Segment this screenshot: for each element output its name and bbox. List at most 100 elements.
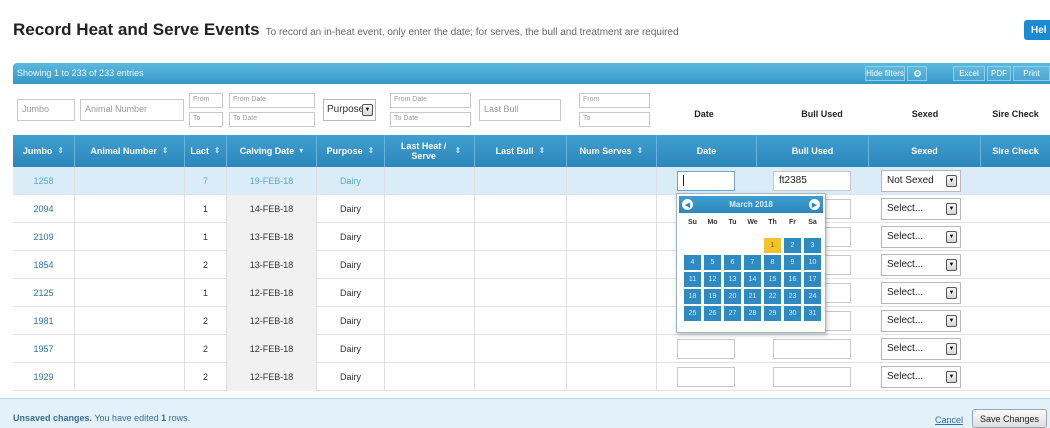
sexed-select-value: Select... — [887, 315, 924, 326]
calendar-day[interactable]: 22 — [764, 289, 781, 304]
calendar-day[interactable]: 3 — [804, 238, 821, 253]
calendar-day[interactable]: 30 — [784, 306, 801, 321]
calendar-day[interactable]: 2 — [784, 238, 801, 253]
column-header-calving-date[interactable]: Calving Date ▾ — [227, 135, 317, 167]
sexed-select[interactable]: Select... ▼ — [881, 310, 961, 332]
jumbo-cell[interactable]: 2109 — [13, 223, 75, 251]
purpose-filter-select[interactable]: Purpose ▼ — [323, 99, 376, 121]
last-heat-serve-cell — [385, 307, 475, 335]
calendar-day[interactable]: 19 — [704, 289, 721, 304]
last-heat-serve-cell — [385, 363, 475, 391]
save-changes-button[interactable]: Save Changes — [972, 409, 1047, 428]
table-row[interactable]: 2094 1 14-FEB-18 Dairy Select... ▼ — [13, 195, 1050, 223]
calendar-day[interactable]: 29 — [764, 306, 781, 321]
last-bull-filter-input[interactable]: Last Bull — [479, 99, 561, 121]
calendar-day[interactable]: 23 — [784, 289, 801, 304]
calendar-day[interactable]: 27 — [724, 306, 741, 321]
lact-cell: 7 — [185, 167, 227, 195]
bull-used-input[interactable] — [773, 367, 851, 387]
calendar-day[interactable]: 5 — [704, 255, 721, 270]
lact-from-input[interactable]: From — [189, 93, 223, 108]
sexed-select[interactable]: Select... ▼ — [881, 198, 961, 220]
animal-number-filter-input[interactable]: Animal Number — [80, 99, 184, 121]
calendar-day[interactable]: 18 — [684, 289, 701, 304]
sexed-select[interactable]: Select... ▼ — [881, 338, 961, 360]
calendar-day[interactable]: 12 — [704, 272, 721, 287]
bull-used-input[interactable]: ft2385 — [773, 171, 851, 191]
table-row[interactable]: 2109 1 13-FEB-18 Dairy Select... ▼ — [13, 223, 1050, 251]
calendar-day[interactable]: 4 — [684, 255, 701, 270]
calendar-day[interactable]: 31 — [804, 306, 821, 321]
sexed-select[interactable]: Select... ▼ — [881, 226, 961, 248]
sort-icon: ⇕ — [213, 146, 221, 155]
hide-filters-button[interactable]: Hide filters — [865, 66, 905, 81]
table-row[interactable]: 1854 2 13-FEB-18 Dairy Select... ▼ — [13, 251, 1050, 279]
calendar-day[interactable]: 10 — [804, 255, 821, 270]
pdf-button[interactable]: PDF — [987, 66, 1011, 81]
jumbo-filter-input[interactable]: Jumbo — [17, 99, 75, 121]
cancel-link[interactable]: Cancel — [935, 415, 963, 425]
last-bull-cell — [475, 279, 567, 307]
sexed-select[interactable]: Not Sexed ▼ — [881, 170, 961, 192]
calendar-day[interactable]: 11 — [684, 272, 701, 287]
date-input[interactable] — [677, 171, 735, 191]
date-input[interactable] — [677, 339, 735, 359]
calendar-day[interactable]: 20 — [724, 289, 741, 304]
column-header-animal-number[interactable]: Animal Number ⇕ — [75, 135, 185, 167]
print-button[interactable]: Print — [1013, 66, 1050, 81]
sexed-select[interactable]: Select... ▼ — [881, 366, 961, 388]
bull-used-input[interactable] — [773, 339, 851, 359]
calendar-day[interactable]: 7 — [744, 255, 761, 270]
sexed-select[interactable]: Select... ▼ — [881, 282, 961, 304]
sexed-select[interactable]: Select... ▼ — [881, 254, 961, 276]
jumbo-cell[interactable]: 2125 — [13, 279, 75, 307]
calendar-day[interactable]: 13 — [724, 272, 741, 287]
jumbo-cell[interactable]: 1258 — [13, 167, 75, 195]
calendar-day[interactable]: 9 — [784, 255, 801, 270]
num-serves-to-input[interactable]: To — [579, 112, 650, 127]
jumbo-cell[interactable]: 1854 — [13, 251, 75, 279]
calendar-day[interactable]: 6 — [724, 255, 741, 270]
num-serves-from-input[interactable]: From — [579, 93, 650, 108]
calendar-day[interactable]: 28 — [744, 306, 761, 321]
calendar-day[interactable]: 21 — [744, 289, 761, 304]
calendar-day[interactable]: 26 — [704, 306, 721, 321]
gear-icon[interactable] — [907, 66, 927, 81]
help-button[interactable]: Hel — [1024, 20, 1050, 40]
column-header-lact[interactable]: Lact ⇕ — [185, 135, 227, 167]
jumbo-cell[interactable]: 1929 — [13, 363, 75, 391]
chevron-right-icon[interactable]: ▶ — [809, 199, 820, 210]
calendar-day[interactable]: 8 — [764, 255, 781, 270]
column-header-last-heat-serve[interactable]: Last Heat / Serve ⇕ — [385, 135, 475, 167]
date-input[interactable] — [677, 367, 735, 387]
calendar-day[interactable]: 25 — [684, 306, 701, 321]
calving-to-input[interactable]: To Date — [229, 112, 315, 127]
calendar-day[interactable]: 15 — [764, 272, 781, 287]
calendar-day[interactable]: 17 — [804, 272, 821, 287]
table-row[interactable]: 1957 2 12-FEB-18 Dairy Select... ▼ — [13, 335, 1050, 363]
table-row[interactable]: 1981 2 12-FEB-18 Dairy Select... ▼ — [13, 307, 1050, 335]
jumbo-cell[interactable]: 2094 — [13, 195, 75, 223]
weekday-label: Mo — [707, 219, 718, 226]
table-row[interactable]: 1258 7 19-FEB-18 Dairy ft2385 Not Sexed … — [13, 167, 1050, 195]
column-header-purpose[interactable]: Purpose ⇕ — [317, 135, 385, 167]
table-row[interactable]: 1929 2 12-FEB-18 Dairy Select... ▼ — [13, 363, 1050, 391]
purpose-cell: Dairy — [317, 307, 385, 335]
last-heat-from-input[interactable]: From Date — [390, 93, 471, 108]
calendar-day[interactable]: 24 — [804, 289, 821, 304]
jumbo-cell[interactable]: 1957 — [13, 335, 75, 363]
calendar-day-today[interactable]: 1 — [764, 238, 781, 253]
table-toolbar: Showing 1 to 233 of 233 entries Hide fil… — [13, 63, 1050, 84]
calving-from-input[interactable]: From Date — [229, 93, 315, 108]
column-header-num-serves[interactable]: Num Serves ⇕ — [567, 135, 657, 167]
column-header-jumbo[interactable]: Jumbo ⇕ — [13, 135, 75, 167]
last-heat-to-input[interactable]: To Date — [390, 112, 471, 127]
column-header-last-bull[interactable]: Last Bull ⇕ — [475, 135, 567, 167]
table-row[interactable]: 2125 1 12-FEB-18 Dairy Select... ▼ — [13, 279, 1050, 307]
calendar-day[interactable]: 16 — [784, 272, 801, 287]
lact-to-input[interactable]: To — [189, 112, 223, 127]
sexed-select-value: Select... — [887, 287, 924, 298]
excel-button[interactable]: Excel — [953, 66, 985, 81]
jumbo-cell[interactable]: 1981 — [13, 307, 75, 335]
calendar-day[interactable]: 14 — [744, 272, 761, 287]
